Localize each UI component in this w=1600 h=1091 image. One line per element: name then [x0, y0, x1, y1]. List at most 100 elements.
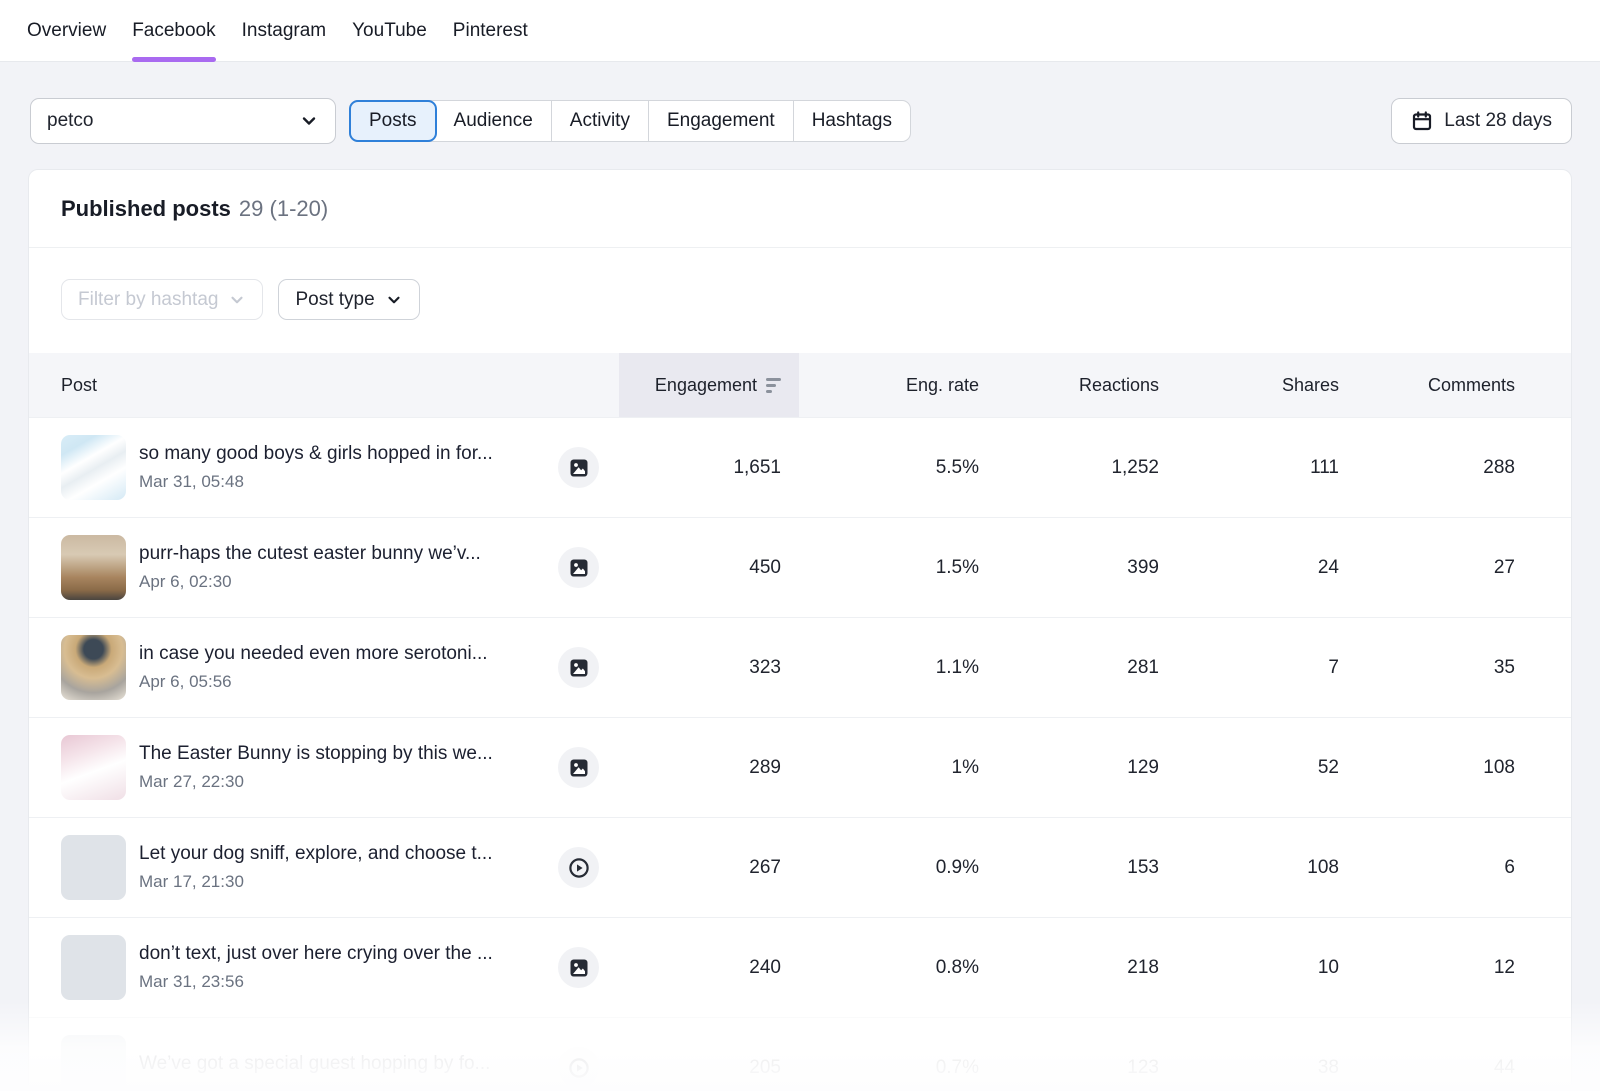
reactions-value: 1,252: [979, 457, 1159, 479]
reactions-value: 123: [979, 1057, 1159, 1079]
eng-rate-value: 1.5%: [799, 557, 979, 579]
eng-rate-value: 0.8%: [799, 957, 979, 979]
column-header-eng-rate[interactable]: Eng. rate: [799, 375, 979, 396]
shares-value: 108: [1159, 857, 1339, 879]
column-header-engagement[interactable]: Engagement: [619, 353, 799, 417]
post-cell: don’t text, just over here crying over t…: [61, 935, 619, 1000]
post-cell: Let your dog sniff, explore, and choose …: [61, 835, 619, 900]
shares-value: 52: [1159, 757, 1339, 779]
table-row[interactable]: in case you needed even more serotoni...…: [29, 617, 1571, 717]
post-date: Mar 31, 05:48: [139, 472, 493, 492]
image-post-icon: [558, 547, 599, 588]
post-cell: so many good boys & girls hopped in for.…: [61, 435, 619, 500]
table-row[interactable]: The Easter Bunny is stopping by this we.…: [29, 717, 1571, 817]
top-navigation: Overview Facebook Instagram YouTube Pint…: [0, 0, 1600, 62]
published-posts-card: Published posts29 (1-20) Filter by hasht…: [28, 169, 1572, 1091]
tab-audience[interactable]: Audience: [436, 101, 552, 141]
profile-select[interactable]: petco: [30, 98, 336, 144]
post-title: Let your dog sniff, explore, and choose …: [139, 843, 493, 865]
post-title: The Easter Bunny is stopping by this we.…: [139, 743, 493, 765]
eng-rate-value: 0.9%: [799, 857, 979, 879]
video-post-icon: [558, 847, 599, 888]
card-title: Published posts: [61, 196, 231, 221]
table-row[interactable]: Let your dog sniff, explore, and choose …: [29, 817, 1571, 917]
reactions-value: 153: [979, 857, 1159, 879]
post-title: We’ve got a special guest hopping by fo.…: [139, 1053, 490, 1075]
post-title: in case you needed even more serotoni...: [139, 643, 488, 665]
tab-engagement[interactable]: Engagement: [649, 101, 794, 141]
eng-rate-value: 1.1%: [799, 657, 979, 679]
comments-value: 35: [1339, 657, 1515, 679]
tab-hashtags[interactable]: Hashtags: [794, 101, 910, 141]
post-date: Mar 17, 21:30: [139, 872, 493, 892]
post-type-dropdown[interactable]: Post type: [278, 279, 419, 320]
nav-tab-overview[interactable]: Overview: [27, 0, 106, 62]
post-title: so many good boys & girls hopped in for.…: [139, 443, 493, 465]
column-header-engagement-label: Engagement: [655, 375, 757, 396]
hashtag-filter-placeholder: Filter by hashtag: [78, 289, 218, 311]
date-range-label: Last 28 days: [1444, 110, 1552, 132]
chevron-down-icon: [385, 291, 403, 309]
eng-rate-value: 0.7%: [799, 1057, 979, 1079]
reactions-value: 281: [979, 657, 1159, 679]
engagement-value: 289: [619, 757, 799, 779]
nav-tab-instagram[interactable]: Instagram: [242, 0, 326, 62]
date-range-button[interactable]: Last 28 days: [1391, 98, 1572, 144]
image-post-icon: [558, 747, 599, 788]
engagement-value: 450: [619, 557, 799, 579]
column-header-post: Post: [61, 375, 619, 396]
reactions-value: 129: [979, 757, 1159, 779]
nav-tab-pinterest[interactable]: Pinterest: [453, 0, 528, 62]
post-date: Apr 6, 02:30: [139, 572, 481, 592]
post-thumbnail: [61, 835, 126, 900]
nav-tab-youtube[interactable]: YouTube: [352, 0, 427, 62]
post-thumbnail: [61, 635, 126, 700]
calendar-icon: [1411, 110, 1433, 132]
image-post-icon: [558, 447, 599, 488]
post-cell: We’ve got a special guest hopping by fo.…: [61, 1035, 619, 1091]
image-post-icon: [558, 947, 599, 988]
chevron-down-icon: [299, 111, 319, 131]
hashtag-filter-dropdown[interactable]: Filter by hashtag: [61, 279, 263, 320]
shares-value: 24: [1159, 557, 1339, 579]
tab-posts[interactable]: Posts: [349, 100, 437, 142]
engagement-value: 240: [619, 957, 799, 979]
shares-value: 10: [1159, 957, 1339, 979]
table-row[interactable]: We’ve got a special guest hopping by fo.…: [29, 1017, 1571, 1091]
profile-select-value: petco: [47, 110, 299, 132]
image-post-icon: [558, 647, 599, 688]
controls-row: petco Posts Audience Activity Engagement…: [30, 98, 1572, 144]
chevron-down-icon: [228, 291, 246, 309]
engagement-value: 205: [619, 1057, 799, 1079]
post-type-label: Post type: [295, 289, 374, 311]
table-row[interactable]: so many good boys & girls hopped in for.…: [29, 417, 1571, 517]
shares-value: 111: [1159, 457, 1339, 479]
post-thumbnail: [61, 1035, 126, 1091]
eng-rate-value: 1%: [799, 757, 979, 779]
video-post-icon: [558, 1047, 599, 1088]
column-header-comments[interactable]: Comments: [1339, 375, 1515, 396]
column-header-reactions[interactable]: Reactions: [979, 375, 1159, 396]
engagement-value: 1,651: [619, 457, 799, 479]
post-date: Mar 31, 23:56: [139, 972, 493, 992]
nav-tab-facebook[interactable]: Facebook: [132, 0, 215, 62]
table-row[interactable]: purr-haps the cutest easter bunny we’v..…: [29, 517, 1571, 617]
table-row[interactable]: don’t text, just over here crying over t…: [29, 917, 1571, 1017]
eng-rate-value: 5.5%: [799, 457, 979, 479]
comments-value: 108: [1339, 757, 1515, 779]
sort-descending-icon: [766, 378, 781, 393]
filter-row: Filter by hashtag Post type: [29, 248, 1571, 353]
shares-value: 7: [1159, 657, 1339, 679]
reactions-value: 218: [979, 957, 1159, 979]
tab-activity[interactable]: Activity: [552, 101, 649, 141]
comments-value: 288: [1339, 457, 1515, 479]
reactions-value: 399: [979, 557, 1159, 579]
post-date: Apr 6, 05:56: [139, 672, 488, 692]
post-cell: The Easter Bunny is stopping by this we.…: [61, 735, 619, 800]
comments-value: 27: [1339, 557, 1515, 579]
card-header: Published posts29 (1-20): [29, 170, 1571, 248]
post-thumbnail: [61, 935, 126, 1000]
column-header-shares[interactable]: Shares: [1159, 375, 1339, 396]
shares-value: 38: [1159, 1057, 1339, 1079]
section-tabs: Posts Audience Activity Engagement Hasht…: [349, 100, 911, 142]
